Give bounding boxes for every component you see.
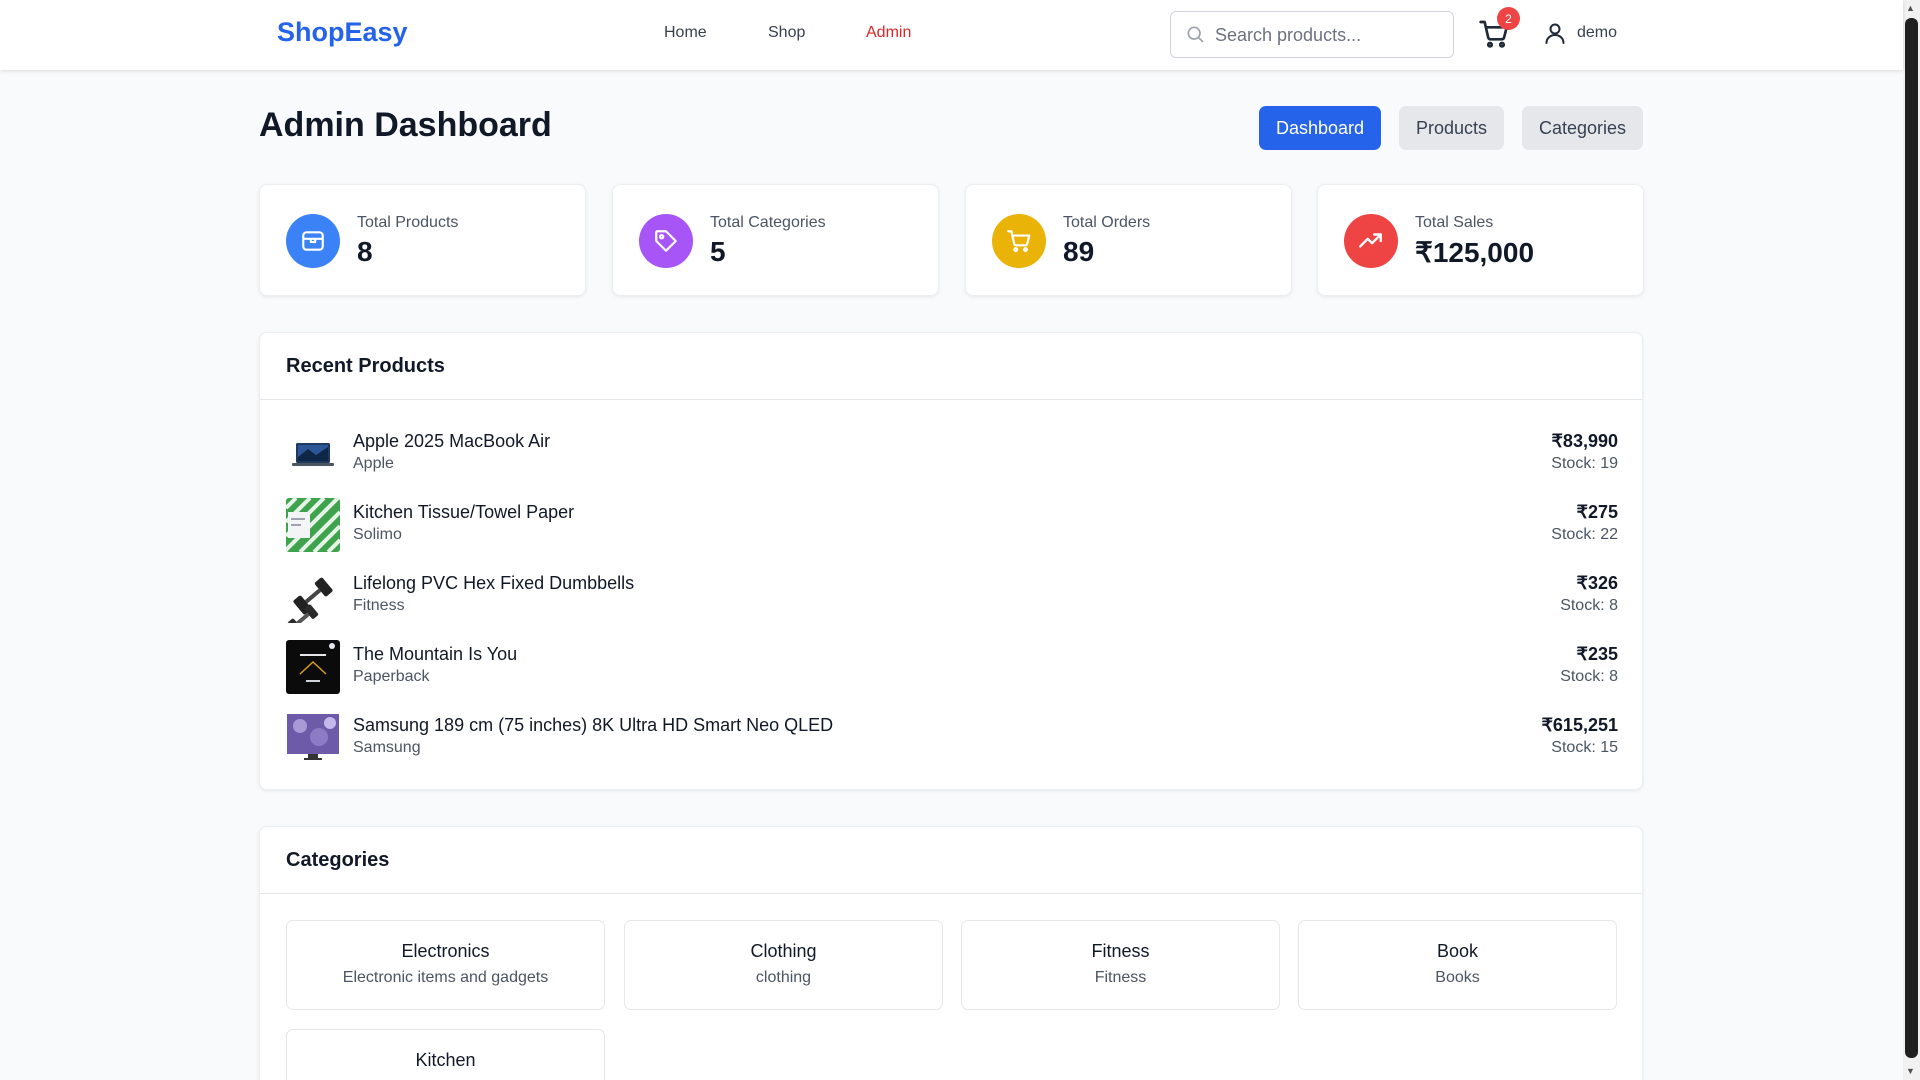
stat-label: Total Orders <box>1063 214 1151 231</box>
recent-products-panel: Recent Products Apple 2025 MacBook Air A… <box>259 332 1643 790</box>
product-thumbnail <box>286 569 340 623</box>
products-tab-button[interactable]: Products <box>1399 106 1504 150</box>
product-thumbnail <box>286 498 340 552</box>
logo[interactable]: ShopEasy <box>277 17 408 48</box>
product-name: Samsung 189 cm (75 inches) 8K Ultra HD S… <box>353 715 834 735</box>
product-price: ₹235 <box>1576 644 1618 664</box>
scroll-down-arrow[interactable]: ▼ <box>1906 1066 1915 1076</box>
product-stock: Stock: 19 <box>1551 455 1618 472</box>
stat-card-orders: Total Orders 89 <box>965 184 1292 296</box>
stat-label: Total Categories <box>710 214 826 231</box>
stat-value: ₹125,000 <box>1415 237 1535 268</box>
product-brand: Paperback <box>353 668 430 685</box>
category-name: Fitness <box>1091 941 1150 961</box>
scroll-up-arrow[interactable]: ▲ <box>1906 3 1915 13</box>
search-input[interactable] <box>1215 22 1440 48</box>
stat-card-categories: Total Categories 5 <box>612 184 939 296</box>
category-description: Electronic items and gadgets <box>342 969 549 986</box>
panel-divider <box>260 893 1642 894</box>
recent-products-title: Recent Products <box>286 355 445 377</box>
panel-divider <box>260 399 1642 400</box>
product-stock: Stock: 15 <box>1551 739 1618 756</box>
cart-count-badge: 2 <box>1497 7 1520 30</box>
username-label: demo <box>1577 24 1618 41</box>
product-thumbnail <box>286 427 340 481</box>
stat-label: Total Sales <box>1415 214 1494 231</box>
category-card[interactable]: Electronics Electronic items and gadgets <box>286 920 605 1010</box>
product-price: ₹615,251 <box>1541 715 1618 735</box>
category-name: Clothing <box>750 941 817 961</box>
scrollbar-thumb[interactable] <box>1905 18 1918 1058</box>
nav-admin-link[interactable]: Admin <box>866 24 911 42</box>
stat-value: 8 <box>357 236 373 267</box>
category-card[interactable]: Clothing clothing <box>624 920 943 1010</box>
stat-value: 5 <box>710 236 726 267</box>
stat-card-sales: Total Sales ₹125,000 <box>1317 184 1644 296</box>
stat-label: Total Products <box>357 214 459 231</box>
nav-shop-link[interactable]: Shop <box>768 24 805 42</box>
cart-icon <box>992 214 1046 268</box>
search-icon <box>1187 26 1204 43</box>
category-name: Book <box>1436 941 1479 961</box>
top-navbar: ShopEasy Home Shop Admin 2 demo <box>0 0 1903 70</box>
product-brand: Apple <box>353 455 394 472</box>
product-brand: Fitness <box>353 597 405 614</box>
product-thumbnail <box>286 711 340 765</box>
category-name: Kitchen <box>415 1050 476 1070</box>
product-row[interactable]: Apple 2025 MacBook Air Apple ₹83,990 Sto… <box>286 427 1618 481</box>
stat-value: 89 <box>1063 236 1095 267</box>
category-name: Electronics <box>401 941 490 961</box>
product-name: Lifelong PVC Hex Fixed Dumbbells <box>353 573 635 593</box>
page-title: Admin Dashboard <box>259 106 552 144</box>
product-stock: Stock: 22 <box>1551 526 1618 543</box>
product-row[interactable]: Samsung 189 cm (75 inches) 8K Ultra HD S… <box>286 711 1618 765</box>
search-box <box>1170 11 1454 58</box>
box-icon <box>286 214 340 268</box>
product-row[interactable]: Kitchen Tissue/Towel Paper Solimo ₹275 S… <box>286 498 1618 552</box>
product-brand: Samsung <box>353 739 421 756</box>
category-description: Fitness <box>1094 969 1147 986</box>
categories-title: Categories <box>286 849 390 871</box>
category-card[interactable]: Kitchen <box>286 1029 605 1080</box>
category-description: clothing <box>755 969 812 986</box>
tag-icon <box>639 214 693 268</box>
category-description: Books <box>1435 969 1480 986</box>
categories-tab-button[interactable]: Categories <box>1522 106 1643 150</box>
user-icon <box>1545 23 1565 44</box>
product-price: ₹83,990 <box>1551 431 1618 451</box>
category-card[interactable]: Book Books <box>1298 920 1617 1010</box>
categories-panel: Categories Electronics Electronic items … <box>259 826 1643 1080</box>
product-stock: Stock: 8 <box>1560 668 1618 685</box>
product-row[interactable]: Lifelong PVC Hex Fixed Dumbbells Fitness… <box>286 569 1618 623</box>
category-card[interactable]: Fitness Fitness <box>961 920 1280 1010</box>
product-price: ₹326 <box>1576 573 1618 593</box>
product-stock: Stock: 8 <box>1560 597 1618 614</box>
nav-home-link[interactable]: Home <box>664 24 707 42</box>
product-brand: Solimo <box>353 526 402 543</box>
product-name: The Mountain Is You <box>353 644 518 664</box>
user-menu[interactable]: demo <box>1543 20 1617 46</box>
product-price: ₹275 <box>1576 502 1618 522</box>
product-thumbnail <box>286 640 340 694</box>
product-row[interactable]: The Mountain Is You Paperback ₹235 Stock… <box>286 640 1618 694</box>
dashboard-tab-button[interactable]: Dashboard <box>1259 106 1381 150</box>
product-name: Apple 2025 MacBook Air <box>353 431 551 451</box>
stat-card-products: Total Products 8 <box>259 184 586 296</box>
trending-up-icon <box>1344 214 1398 268</box>
product-name: Kitchen Tissue/Towel Paper <box>353 502 575 522</box>
